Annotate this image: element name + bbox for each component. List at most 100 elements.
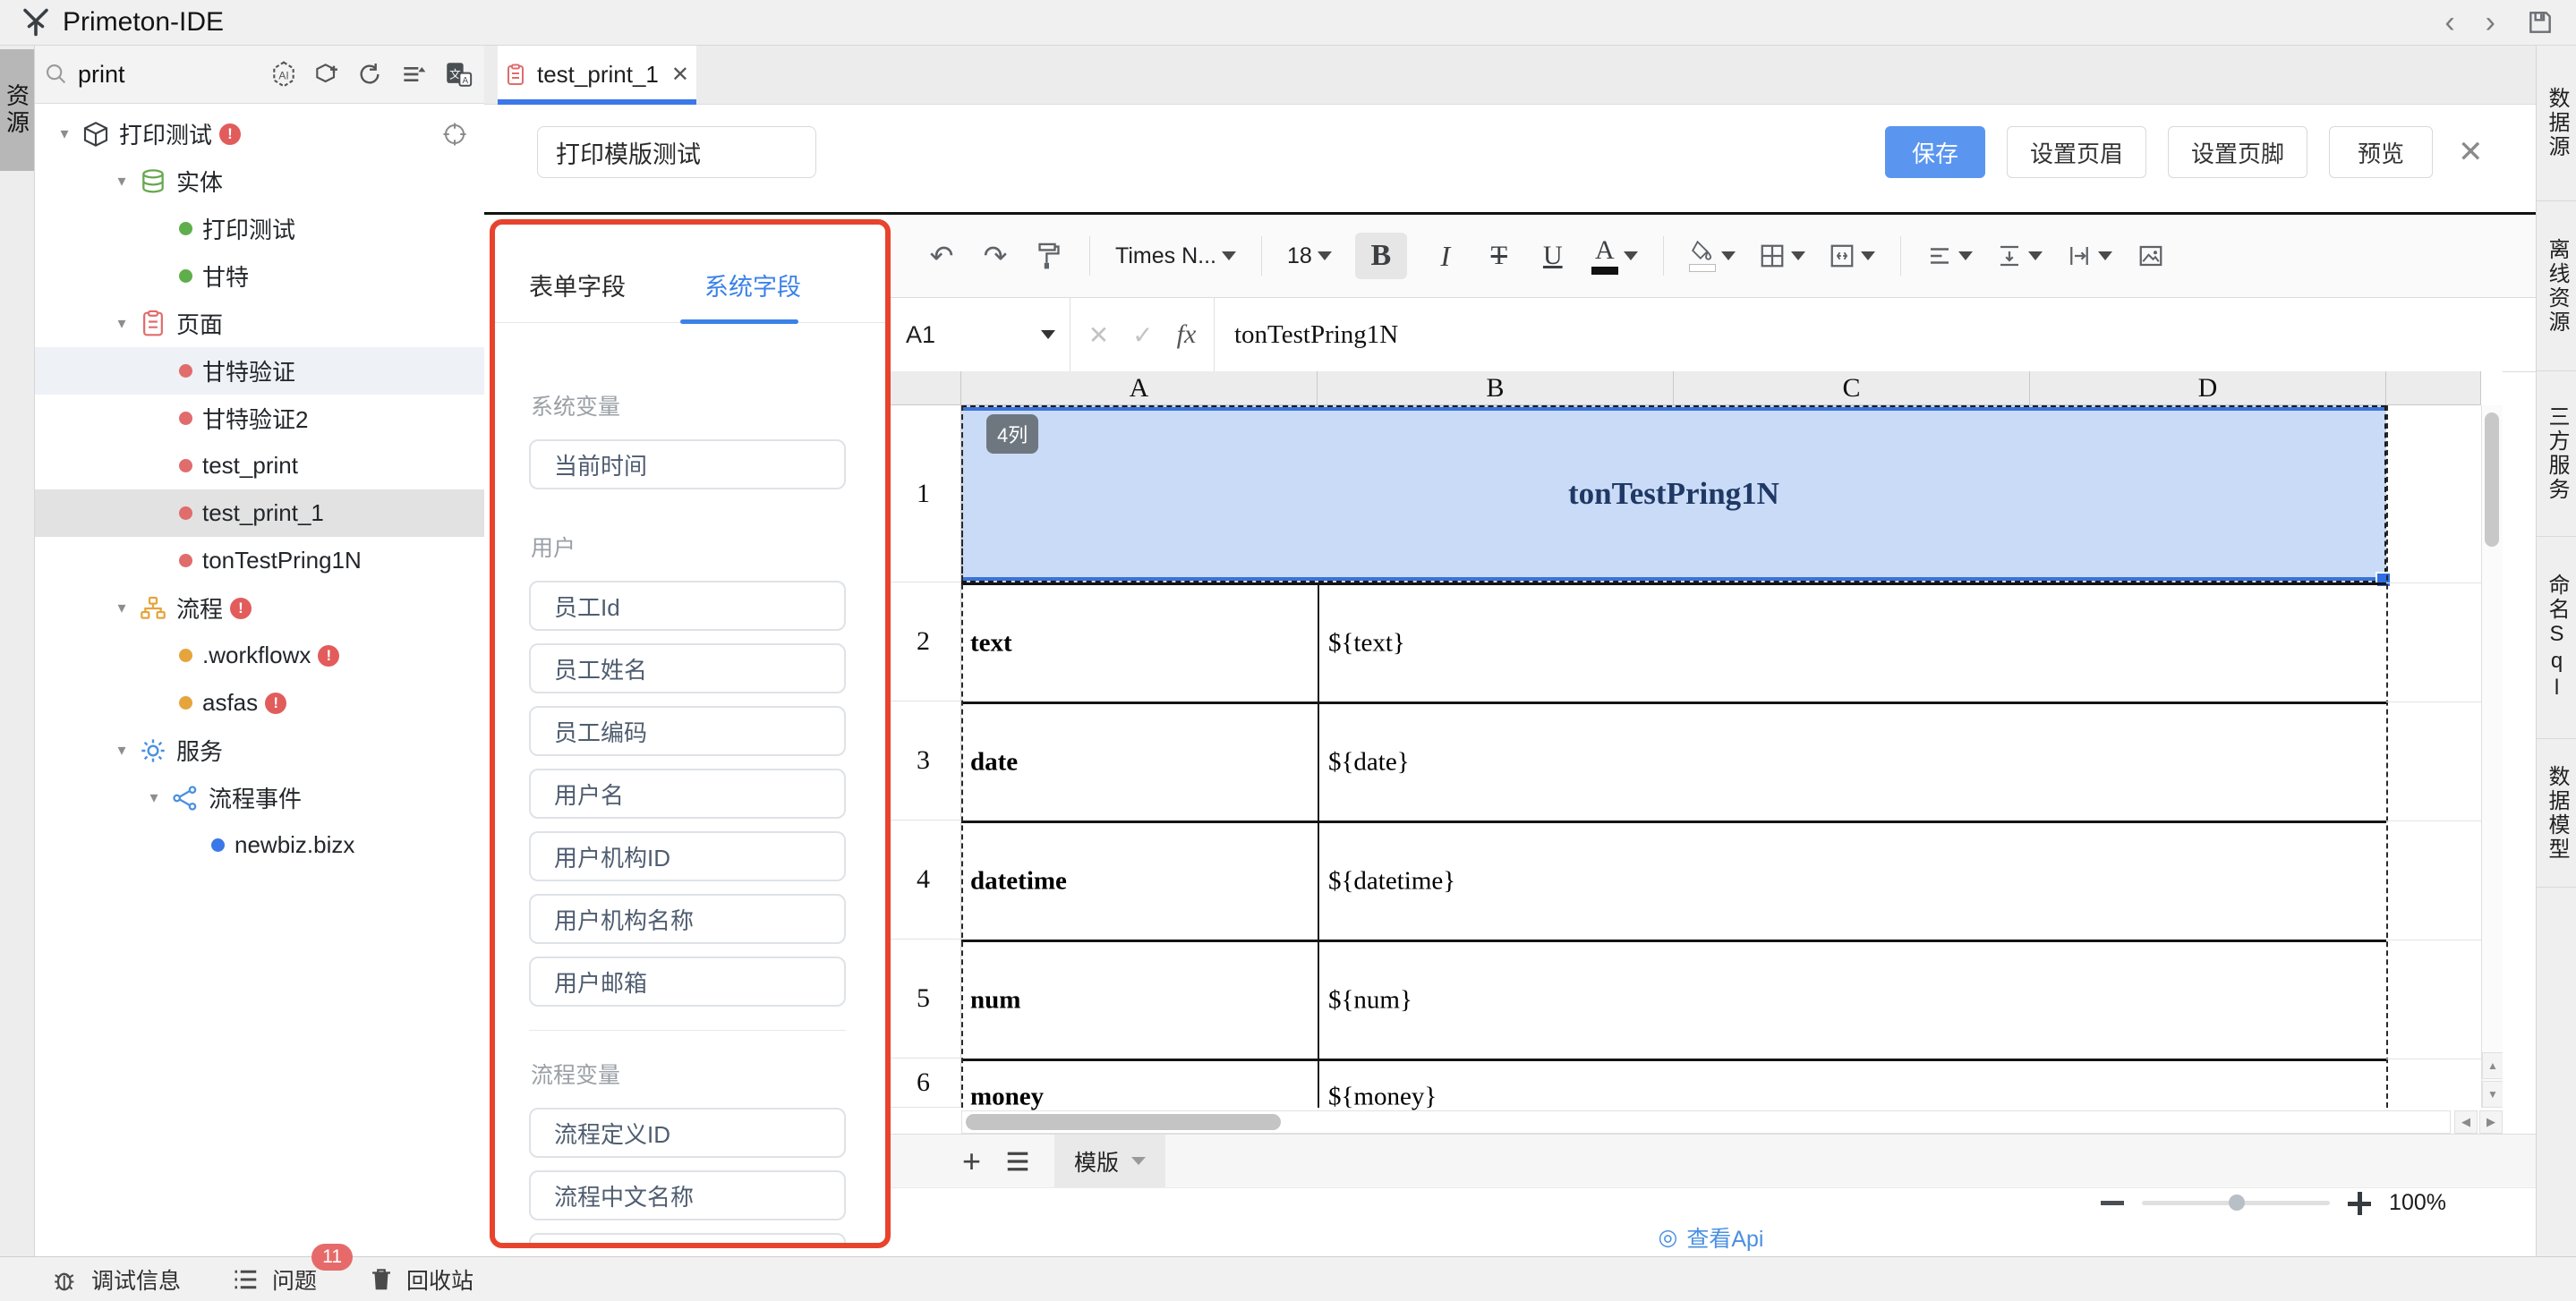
zoom-slider-thumb[interactable] — [2229, 1195, 2245, 1211]
preview-button[interactable]: 预览 — [2329, 126, 2433, 178]
close-tab-icon[interactable]: ✕ — [671, 62, 689, 88]
vertical-scrollbar[interactable]: ▲ ▼ — [2481, 405, 2503, 1108]
horizontal-align-button[interactable] — [1926, 234, 1973, 277]
rail-tab-data-source[interactable]: 数据源 — [2537, 46, 2576, 201]
insert-image-button[interactable] — [2136, 234, 2166, 277]
field-chip-partial[interactable] — [529, 1233, 846, 1248]
value-cell[interactable]: ${date} — [1328, 748, 1410, 778]
refresh-icon[interactable] — [355, 60, 384, 89]
tree-item-page[interactable]: test_print — [35, 442, 484, 489]
field-chip[interactable]: 员工姓名 — [529, 643, 846, 693]
row-header-4[interactable]: 4 — [886, 821, 961, 940]
column-header-a[interactable]: A — [961, 371, 1318, 405]
undo-icon[interactable]: ↶ — [926, 234, 957, 277]
scroll-up-icon[interactable]: ▲ — [2482, 1052, 2503, 1079]
tree-item-page[interactable]: 甘特验证2 — [35, 395, 484, 442]
field-cell[interactable]: datetime — [970, 867, 1067, 897]
tree-item-flow[interactable]: asfas ! — [35, 679, 484, 727]
tree-item-service[interactable]: newbiz.bizx — [35, 821, 484, 869]
confirm-entry-icon[interactable]: ✓ — [1132, 320, 1153, 350]
rail-tab-third-party[interactable]: 三方服务 — [2537, 371, 2576, 537]
italic-button[interactable]: I — [1430, 234, 1461, 277]
field-chip[interactable]: 用户邮箱 — [529, 957, 846, 1007]
view-api-link[interactable]: ◎ 查看Api — [1659, 1221, 1764, 1254]
field-chip[interactable]: 流程中文名称 — [529, 1170, 846, 1220]
format-painter-icon[interactable] — [1034, 234, 1064, 277]
field-chip[interactable]: 员工编码 — [529, 706, 846, 756]
list-filter-icon[interactable] — [398, 60, 429, 89]
spreadsheet-grid[interactable]: A B C D 1 2 3 4 5 6 4列 tonTestPring1N te… — [886, 371, 2503, 1134]
table-row[interactable]: num ${num} — [961, 940, 2386, 1059]
row-header-1[interactable]: 1 — [886, 405, 961, 582]
column-header-b[interactable]: B — [1318, 371, 1674, 405]
row-header-3[interactable]: 3 — [886, 702, 961, 821]
function-icon[interactable]: fx — [1177, 319, 1197, 350]
tree-item-services-folder[interactable]: ▾ 服务 — [35, 727, 484, 774]
vertical-scrollbar-thumb[interactable] — [2485, 412, 2499, 547]
problems-button[interactable]: 问题 11 — [233, 1263, 317, 1296]
merge-cells-button[interactable] — [1829, 234, 1875, 277]
table-row[interactable]: text ${text} — [961, 582, 2386, 702]
tree-item-flow[interactable]: .workflowx ! — [35, 632, 484, 679]
value-cell[interactable]: ${num} — [1328, 986, 1412, 1016]
cell-reference-box[interactable]: A1 — [886, 298, 1070, 371]
chevron-down-icon[interactable]: ▾ — [53, 124, 76, 143]
table-row[interactable]: money ${money} — [961, 1059, 2386, 1108]
value-cell[interactable]: ${datetime} — [1328, 867, 1455, 897]
field-chip[interactable]: 员工Id — [529, 581, 846, 631]
tree-item-pages-folder[interactable]: ▾ 页面 — [35, 300, 484, 347]
tree-item-entities-folder[interactable]: ▾ 实体 — [35, 157, 484, 205]
tab-form-fields[interactable]: 表单字段 — [529, 268, 626, 302]
zoom-in-icon[interactable] — [2348, 1192, 2371, 1215]
tree-item-entity[interactable]: 打印测试 — [35, 205, 484, 252]
bold-button[interactable]: B — [1355, 233, 1407, 279]
field-chip[interactable]: 当前时间 — [529, 439, 846, 489]
fill-color-button[interactable] — [1689, 234, 1736, 277]
chevron-down-icon[interactable]: ▾ — [110, 599, 133, 617]
table-row[interactable]: datetime ${datetime} — [961, 821, 2386, 940]
field-cell[interactable]: date — [970, 748, 1018, 778]
value-cell[interactable]: ${money} — [1328, 1083, 1437, 1112]
text-wrap-button[interactable] — [2066, 234, 2112, 277]
field-chip[interactable]: 用户机构名称 — [529, 894, 846, 944]
font-family-select[interactable]: Times N... — [1115, 243, 1236, 269]
font-size-select[interactable]: 18 — [1287, 243, 1332, 269]
redo-icon[interactable]: ↷ — [980, 234, 1011, 277]
table-row[interactable]: date ${date} — [961, 702, 2386, 821]
rail-tab-resources[interactable]: 资源 — [0, 49, 34, 171]
tree-item-entity[interactable]: 甘特 — [35, 252, 484, 300]
nav-forward-icon[interactable]: › — [2486, 0, 2495, 45]
tree-item-page-selected[interactable]: test_print_1 — [35, 489, 484, 537]
field-chip[interactable]: 用户名 — [529, 769, 846, 819]
recycle-bin-button[interactable]: 回收站 — [369, 1263, 473, 1296]
cancel-entry-icon[interactable]: ✕ — [1088, 320, 1109, 350]
field-chip[interactable]: 流程定义ID — [529, 1108, 846, 1158]
rail-tab-data-model[interactable]: 数据模型 — [2537, 739, 2576, 888]
search-input[interactable]: print — [78, 61, 125, 89]
value-cell[interactable]: ${text} — [1328, 629, 1405, 659]
tree-item-project[interactable]: ▾ 打印测试 ! — [35, 110, 484, 157]
field-cell[interactable]: text — [970, 629, 1012, 659]
row-header-2[interactable]: 2 — [886, 582, 961, 702]
column-header-c[interactable]: C — [1674, 371, 2030, 405]
chevron-down-icon[interactable]: ▾ — [110, 741, 133, 760]
chevron-down-icon[interactable]: ▾ — [110, 172, 133, 191]
borders-button[interactable] — [1759, 234, 1805, 277]
tree-item-page[interactable]: 甘特验证 — [35, 347, 484, 395]
horizontal-scrollbar[interactable] — [961, 1110, 2451, 1134]
template-name-input[interactable] — [537, 126, 816, 178]
field-chip[interactable]: 用户机构ID — [529, 831, 846, 881]
close-designer-icon[interactable]: ✕ — [2458, 134, 2484, 170]
horizontal-scrollbar-thumb[interactable] — [966, 1114, 1281, 1130]
field-cell[interactable]: num — [970, 986, 1020, 1016]
translate-icon[interactable]: 文A — [443, 59, 473, 89]
tree-item-page[interactable]: tonTestPring1N — [35, 537, 484, 584]
tree-item-flows-folder[interactable]: ▾ 流程 ! — [35, 584, 484, 632]
set-page-footer-button[interactable]: 设置页脚 — [2168, 126, 2307, 178]
formula-value[interactable]: tonTestPring1N — [1215, 298, 1398, 371]
rail-tab-offline-resource[interactable]: 离线资源 — [2537, 201, 2576, 371]
scroll-down-icon[interactable]: ▼ — [2482, 1081, 2503, 1108]
sheet-tab-template[interactable]: 模版 — [1054, 1135, 1165, 1188]
sheet-list-icon[interactable] — [1004, 1150, 1031, 1173]
ai-assistant-icon[interactable]: AI — [269, 60, 298, 89]
